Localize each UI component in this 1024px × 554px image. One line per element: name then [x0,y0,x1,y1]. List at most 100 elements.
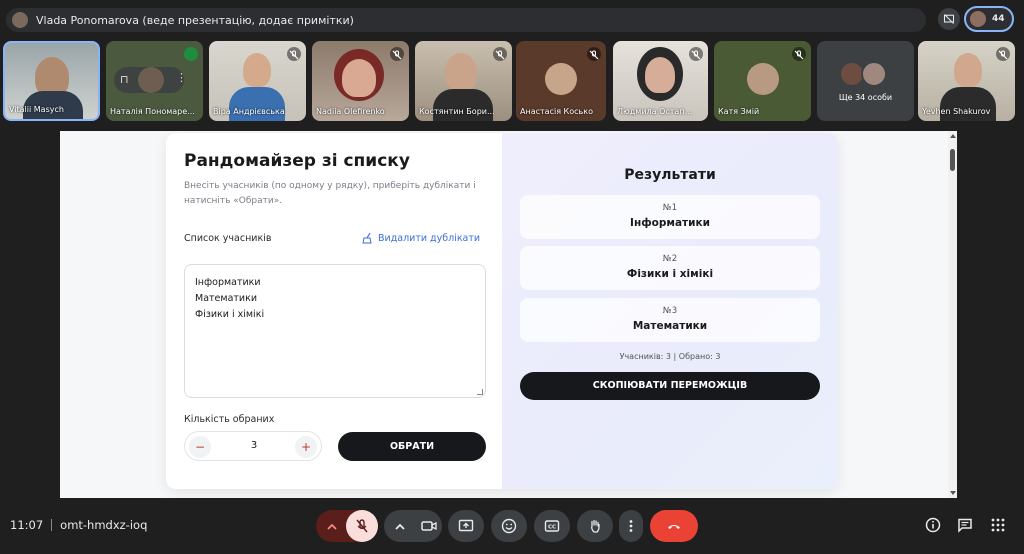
more-options-icon[interactable]: ⋮ [176,71,187,84]
presenter-bar[interactable]: Vlada Ponomarova (веде презентацію, дода… [6,8,926,32]
mic-off-icon [390,47,404,61]
divider [51,519,53,531]
speaking-icon [184,47,198,61]
participant-tile[interactable]: Людмила Остап... [613,41,708,121]
pin-icon[interactable]: ⊓ [120,73,129,86]
chevron-up-icon[interactable] [324,519,340,535]
participant-name: Vitalii Masych [9,105,64,114]
avatar [970,11,986,27]
avatar [243,53,271,87]
raise-hand-button[interactable] [577,510,613,542]
chat-button[interactable] [957,517,973,537]
svg-text:CC: CC [548,525,556,531]
avatar [445,53,477,91]
broom-icon [362,232,372,244]
mic-toggle-button[interactable] [346,510,378,542]
hang-up-icon [668,525,680,529]
apps-grid-icon [991,518,1005,532]
presentation-area: Рандомайзер зі списку Внесіть учасників … [60,131,957,498]
present-screen-icon [458,519,474,532]
result-number: №1 [662,203,678,213]
participant-name: Віра Андрієвська [213,107,285,116]
results-pane: Результати №1 Інформатики №2 Фізики і хі… [502,133,838,489]
presenter-text: Vlada Ponomarova (веде презентацію, дода… [36,13,354,27]
scrollbar[interactable] [948,131,957,498]
page-title: Рандомайзер зі списку [184,151,410,171]
result-value: Фізики і хімікі [626,268,714,280]
page-subtitle: Внесіть учасників (по одному у рядку), п… [184,181,476,206]
avatar [545,63,577,95]
end-call-button[interactable] [650,510,698,542]
stop-presenting-button[interactable] [938,8,960,30]
mic-off-icon [493,47,507,61]
avatar [433,89,493,121]
result-number: №3 [662,306,678,316]
participant-tile[interactable]: Анастасія Косько [516,41,606,121]
mic-off-icon [287,47,301,61]
participant-count: 44 [992,14,1005,24]
list-item: Математики [195,293,258,304]
more-participants-tile[interactable]: Ще 34 особи [817,41,914,121]
avatar [747,63,779,95]
scroll-down-icon[interactable] [950,491,956,495]
result-number: №2 [662,254,678,264]
participant-name: Наталія Пономаре... [110,107,195,116]
more-options-button[interactable] [619,510,643,542]
count-label: Кількість обраних [184,414,275,425]
participant-tile[interactable]: Віра Андрієвська [209,41,306,121]
participant-tile[interactable]: Костянтин Бори... [415,41,512,121]
meeting-code: omt-hmdxz-ioq [60,518,148,532]
scroll-up-icon[interactable] [950,134,956,138]
avatar [861,61,887,87]
avatar [645,57,675,93]
activities-button[interactable] [990,517,1006,537]
participant-tile[interactable]: Vitalii Masych [3,41,100,121]
camera-controls [384,510,442,542]
randomizer-card: Рандомайзер зі списку Внесіть учасників … [166,133,838,489]
presenter-avatar [12,12,28,28]
captions-icon: CC [544,520,560,532]
mic-off-icon [356,519,368,533]
reactions-button[interactable] [491,510,527,542]
input-pane: Рандомайзер зі списку Внесіть учасників … [166,133,502,489]
participants-textarea[interactable]: Інформатики Математики Фізики і хімікі [184,264,486,398]
mic-off-icon [587,47,601,61]
participant-name: Анастасія Косько [520,107,593,116]
mic-off-icon [792,47,806,61]
mic-off-icon [689,47,703,61]
present-off-icon [943,14,955,24]
chevron-up-icon[interactable] [392,519,408,535]
participants-button[interactable]: 44 [964,6,1014,32]
results-stats: Учасників: 3 | Обрано: 3 [619,352,721,361]
captions-button[interactable]: CC [534,510,570,542]
info-button[interactable] [925,517,941,537]
participant-tile[interactable]: ⊓ ⋮ Наталія Пономаре... [106,41,203,121]
more-participants-label: Ще 34 особи [838,93,893,102]
present-screen-button[interactable] [448,510,484,542]
pick-button[interactable]: ОБРАТИ [338,432,486,461]
scrollbar-thumb[interactable] [950,149,955,171]
result-value: Інформатики [630,217,710,229]
mic-controls [316,510,378,542]
camera-icon[interactable] [421,518,437,534]
participant-name: Yevhen Shakurov [922,107,991,116]
emoji-icon [501,518,517,534]
list-label: Список учасників [184,233,272,244]
copy-winners-button[interactable]: СКОПІЮВАТИ ПЕРЕМОЖЦІВ [520,372,820,400]
participant-tile[interactable]: Катя Змій [714,41,811,121]
count-stepper: − 3 + [184,431,322,461]
remove-duplicates-button[interactable]: Видалити дублікати [362,232,480,244]
hand-icon [591,519,600,533]
mic-off-icon [996,47,1010,61]
resize-handle[interactable] [477,389,483,395]
remove-duplicates-label: Видалити дублікати [378,232,481,244]
info-icon [925,517,941,533]
increment-button[interactable]: + [295,436,317,458]
clock: 11:07 [10,518,44,532]
avatar [138,67,164,93]
list-item: Фізики і хімікі [195,309,265,320]
results-title: Результати [624,167,716,183]
avatar [954,53,982,87]
participant-tile[interactable]: Yevhen Shakurov [918,41,1015,121]
participant-tile[interactable]: Nadiia Olefirenko [312,41,409,121]
